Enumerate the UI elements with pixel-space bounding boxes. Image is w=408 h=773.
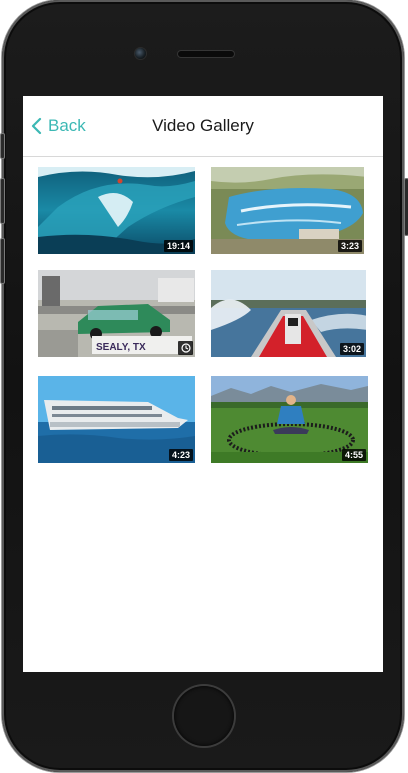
power-button[interactable] bbox=[404, 178, 408, 236]
earpiece-speaker bbox=[178, 51, 234, 57]
video-duration: 3:23 bbox=[337, 240, 362, 252]
clock-badge bbox=[178, 341, 193, 355]
volume-up-button[interactable] bbox=[0, 178, 5, 224]
device-frame: Back Video Gallery 19:14 3:23 SEALY, TX … bbox=[0, 0, 408, 773]
video-thumbnail-surfer[interactable]: 19:14 bbox=[38, 167, 195, 254]
video-thumbnail-speedboat[interactable]: 3:02 bbox=[211, 270, 366, 357]
drag-sign-text: SEALY, TX bbox=[96, 342, 146, 353]
video-duration: 4:55 bbox=[341, 449, 366, 461]
volume-down-button[interactable] bbox=[0, 238, 5, 284]
video-thumbnail-wave-pool[interactable]: 3:23 bbox=[211, 167, 364, 254]
video-thumbnail-drag-race[interactable]: SEALY, TX bbox=[38, 270, 195, 357]
navigation-bar: Back Video Gallery bbox=[23, 96, 383, 157]
video-duration: 3:02 bbox=[339, 343, 364, 355]
drag-race-image: SEALY, TX bbox=[38, 270, 195, 357]
mute-switch[interactable] bbox=[0, 133, 5, 159]
page-title: Video Gallery bbox=[152, 116, 254, 135]
video-duration: 19:14 bbox=[163, 240, 193, 252]
video-thumbnail-dominoes[interactable]: 4:55 bbox=[211, 376, 368, 463]
home-button[interactable] bbox=[174, 686, 234, 746]
video-thumbnail-yacht[interactable]: 4:23 bbox=[38, 376, 195, 463]
video-duration: 4:23 bbox=[168, 449, 193, 461]
front-camera bbox=[135, 48, 146, 59]
clock-icon bbox=[180, 343, 191, 353]
screen: Back Video Gallery 19:14 3:23 SEALY, TX … bbox=[23, 96, 383, 672]
